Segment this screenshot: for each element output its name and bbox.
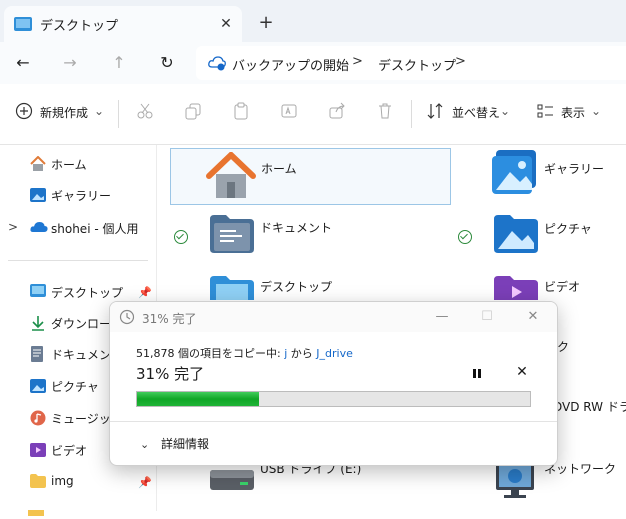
breadcrumb-desktop[interactable]: デスクトップ bbox=[378, 55, 456, 74]
pin-icon[interactable]: 📌 bbox=[138, 286, 152, 299]
add-icon bbox=[15, 102, 35, 122]
picture-icon bbox=[30, 378, 46, 397]
navigation-bar: ← → ↑ ↻ バックアップの開始 > デスクトップ > bbox=[0, 42, 626, 84]
desktop-folder-icon bbox=[210, 276, 254, 303]
sidebar-item-desktop[interactable]: デスクトップ bbox=[28, 281, 154, 303]
chevron-down-icon: ⌄ bbox=[140, 438, 150, 451]
backup-cloud-icon bbox=[208, 55, 226, 74]
sort-button[interactable]: 並べ替え bbox=[452, 104, 500, 121]
video-icon bbox=[30, 442, 46, 461]
tile-documents[interactable]: ドキュメント bbox=[210, 215, 450, 255]
pin-icon[interactable]: 📌 bbox=[138, 476, 152, 489]
destination-link[interactable]: J_drive bbox=[316, 347, 353, 360]
copy-progress-dialog: 31% 完了 — ☐ ✕ 51,878 個の項目をコピー中: j から J_dr… bbox=[109, 301, 558, 466]
expand-chevron-icon[interactable]: > bbox=[8, 220, 18, 234]
folder-icon bbox=[28, 505, 44, 519]
copy-icon[interactable] bbox=[184, 102, 204, 122]
source-link[interactable]: j bbox=[284, 347, 287, 360]
refresh-button[interactable]: ↻ bbox=[153, 50, 181, 76]
dialog-close-button[interactable]: ✕ bbox=[523, 308, 543, 326]
up-button[interactable]: ↑ bbox=[105, 50, 133, 76]
clock-icon bbox=[119, 309, 135, 328]
tab-strip: デスクトップ ✕ + bbox=[0, 0, 626, 42]
tile-videos[interactable]: ビデオ bbox=[494, 274, 626, 300]
breadcrumb-backup[interactable]: バックアップの開始 bbox=[232, 55, 349, 74]
view-button[interactable]: 表示 bbox=[561, 104, 585, 121]
tile-dvd-drive[interactable]: DVD RW ドライブ bbox=[553, 396, 626, 416]
desktop-folder-icon bbox=[30, 284, 46, 301]
desktop-folder-icon bbox=[14, 17, 32, 34]
view-dropdown-chevron-icon[interactable]: ⌄ bbox=[591, 104, 601, 118]
delete-icon[interactable] bbox=[376, 102, 396, 122]
tab-desktop[interactable]: デスクトップ ✕ bbox=[4, 6, 242, 42]
sidebar-item-gallery[interactable]: ギャラリー bbox=[28, 184, 154, 206]
cut-icon[interactable] bbox=[136, 102, 156, 122]
breadcrumb-separator[interactable]: > bbox=[455, 54, 466, 69]
documents-folder-icon bbox=[210, 215, 254, 256]
tile-home[interactable]: ホーム bbox=[205, 150, 445, 203]
tab-title: デスクトップ bbox=[40, 19, 119, 34]
sidebar-item-home[interactable]: ホーム bbox=[28, 153, 154, 175]
paste-icon[interactable] bbox=[232, 102, 252, 122]
sort-icon bbox=[426, 102, 446, 122]
copy-status-message: 51,878 個の項目をコピー中: j から J_drive bbox=[136, 347, 353, 360]
more-details-toggle[interactable]: ⌄ 詳細情報 bbox=[140, 435, 209, 452]
percent-complete-label: 31% 完了 bbox=[136, 365, 205, 383]
divider bbox=[118, 100, 119, 128]
address-bar[interactable]: バックアップの開始 > デスクトップ > bbox=[196, 46, 626, 80]
back-button[interactable]: ← bbox=[9, 50, 37, 76]
cancel-copy-button[interactable]: ✕ bbox=[514, 363, 530, 381]
share-icon[interactable] bbox=[328, 102, 348, 122]
home-icon bbox=[30, 155, 46, 175]
gallery-icon bbox=[492, 150, 540, 201]
usb-drive-icon bbox=[210, 466, 254, 495]
videos-folder-icon bbox=[494, 276, 538, 303]
onedrive-icon bbox=[30, 220, 48, 237]
minimize-button[interactable]: — bbox=[432, 308, 452, 326]
view-icon bbox=[536, 102, 556, 122]
tab-close-button[interactable]: ✕ bbox=[214, 12, 238, 36]
tile-desktop[interactable]: デスクトップ bbox=[210, 274, 450, 300]
breadcrumb-separator[interactable]: > bbox=[352, 54, 363, 69]
gallery-icon bbox=[30, 187, 46, 206]
dialog-title-bar[interactable]: 31% 完了 — ☐ ✕ bbox=[110, 302, 557, 332]
folder-icon bbox=[30, 474, 46, 491]
partial-label: ク bbox=[557, 340, 570, 354]
tile-pictures[interactable]: ピクチャ bbox=[494, 215, 626, 255]
command-bar: 新規作成 ⌄ 並べ替え ⌄ 表示 ⌄ bbox=[0, 84, 626, 145]
sync-status-check-icon bbox=[458, 230, 472, 244]
new-tab-button[interactable]: + bbox=[254, 11, 278, 35]
music-icon bbox=[30, 410, 46, 429]
dialog-title: 31% 完了 bbox=[142, 312, 197, 326]
new-button[interactable]: 新規作成 bbox=[40, 104, 88, 121]
download-icon bbox=[30, 315, 46, 334]
sidebar-item-img[interactable]: img bbox=[28, 471, 154, 493]
network-icon bbox=[494, 460, 538, 503]
maximize-button[interactable]: ☐ bbox=[477, 308, 497, 326]
document-icon bbox=[30, 346, 44, 365]
sidebar-item-onedrive[interactable]: shohei - 個人用 bbox=[28, 217, 154, 239]
rename-icon[interactable] bbox=[280, 102, 300, 122]
new-dropdown-chevron-icon[interactable]: ⌄ bbox=[94, 104, 104, 118]
home-icon bbox=[205, 150, 257, 203]
progress-bar bbox=[136, 391, 531, 407]
divider bbox=[110, 421, 557, 422]
divider bbox=[8, 260, 148, 261]
pictures-folder-icon bbox=[494, 215, 538, 256]
pause-icon[interactable] bbox=[470, 367, 484, 381]
progress-fill bbox=[137, 392, 259, 406]
sync-status-check-icon bbox=[174, 230, 188, 244]
forward-button[interactable]: → bbox=[56, 50, 84, 76]
tile-gallery[interactable]: ギャラリー bbox=[492, 150, 626, 200]
divider bbox=[411, 100, 412, 128]
sort-dropdown-chevron-icon[interactable]: ⌄ bbox=[500, 104, 510, 118]
